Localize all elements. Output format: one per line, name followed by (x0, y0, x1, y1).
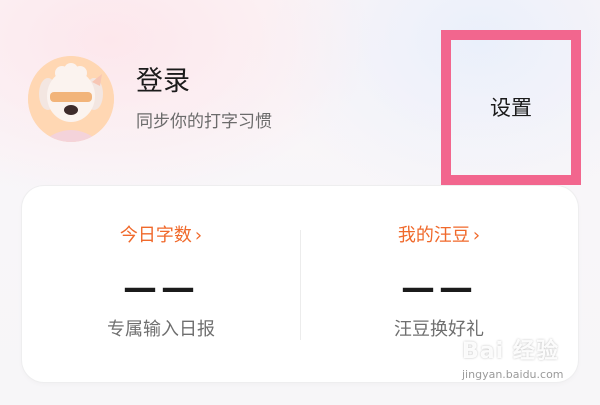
chevron-right-icon: › (472, 225, 481, 246)
watermark-brand: Bai 经验 (462, 339, 559, 364)
stat-daily-words-title: 今日字数 (119, 225, 192, 246)
stat-daily-words-value: —— (123, 268, 199, 308)
dog-avatar-icon (28, 56, 114, 142)
stat-my-beans-title: 我的汪豆 (397, 225, 470, 246)
baidu-jingyan-watermark: Bai 经验 jingyan.baidu.com (462, 338, 582, 394)
avatar[interactable] (28, 56, 114, 142)
watermark-url: jingyan.baidu.com (462, 368, 564, 381)
profile-section[interactable]: 登录 同步你的打字习惯 (28, 56, 272, 142)
stat-daily-words[interactable]: 今日字数 › —— 专属输入日报 (22, 186, 300, 382)
login-subtitle: 同步你的打字习惯 (136, 112, 272, 132)
settings-label: 设置 (490, 95, 532, 120)
chevron-right-icon: › (194, 225, 203, 246)
login-title[interactable]: 登录 (136, 65, 272, 99)
settings-button[interactable]: 设置 (441, 30, 581, 185)
stat-daily-words-caption: 专属输入日报 (107, 319, 215, 340)
stat-daily-words-title-row[interactable]: 今日字数 › (22, 224, 300, 248)
stat-my-beans-value: —— (401, 268, 477, 308)
stat-my-beans-title-row[interactable]: 我的汪豆 › (300, 224, 578, 248)
